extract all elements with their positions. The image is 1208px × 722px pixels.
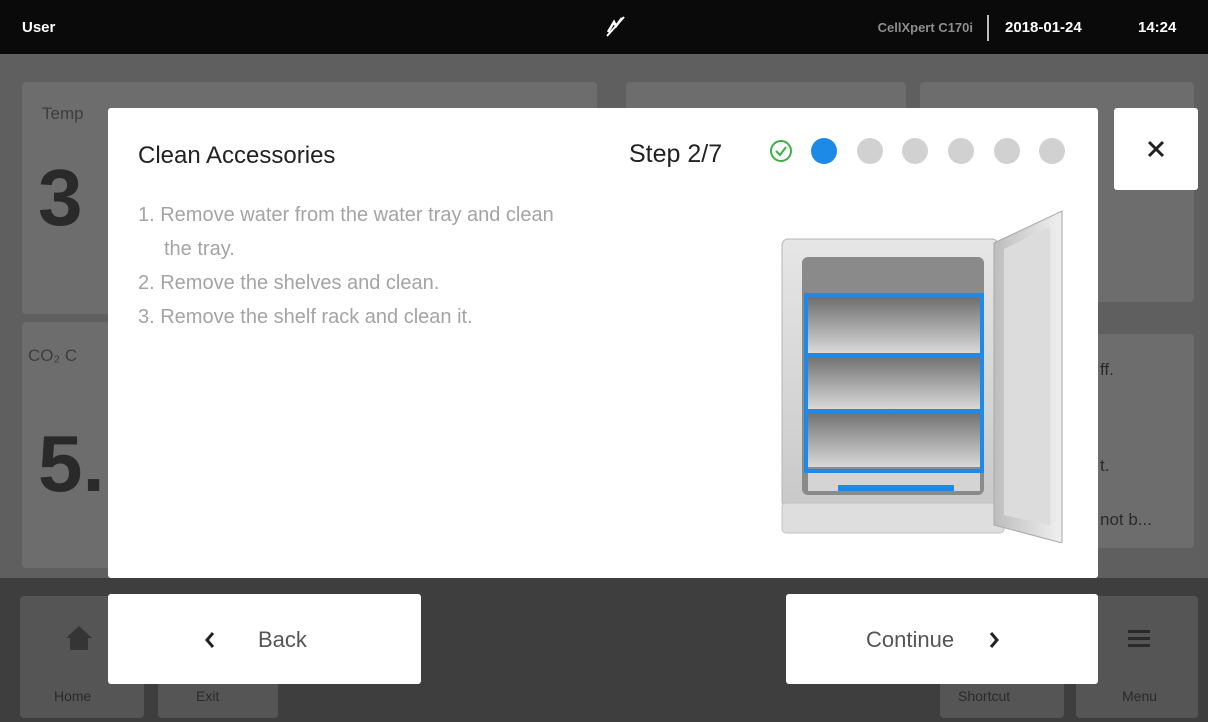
home-icon: [66, 626, 92, 650]
nav-menu-label: Menu: [1122, 688, 1158, 704]
device-name: CellXpert C170i: [877, 20, 973, 35]
notice-text-1: ff.: [1100, 360, 1114, 379]
close-icon: [1147, 140, 1165, 158]
menu-icon: [1128, 630, 1150, 647]
step-dot: [1039, 138, 1065, 164]
continue-button[interactable]: Continue: [786, 594, 1098, 684]
temperature-value: 3: [38, 153, 83, 242]
continue-button-label: Continue: [866, 627, 955, 652]
instructions: 1. Remove water from the water tray and …: [138, 198, 738, 334]
instruction-line: 3. Remove the shelf rack and clean it.: [138, 306, 473, 328]
status-divider: [987, 15, 989, 41]
temperature-label: Temp: [42, 104, 84, 123]
instruction-line: 2. Remove the shelves and clean.: [138, 272, 440, 294]
status-date: 2018-01-24: [1005, 19, 1082, 36]
step-dot: [948, 138, 974, 164]
chevron-left-icon: [205, 632, 215, 648]
dialog-title: Clean Accessories: [138, 142, 336, 169]
no-connection-icon: [606, 16, 625, 37]
back-button[interactable]: Back: [108, 594, 421, 684]
step-dot: [902, 138, 928, 164]
notice-text-3: not b...: [1100, 510, 1152, 529]
close-button[interactable]: [1114, 108, 1198, 190]
instruction-line: 1. Remove water from the water tray and …: [138, 204, 554, 226]
step-dot-current: [811, 138, 837, 164]
instruction-line: the tray.: [164, 238, 235, 260]
nav-exit-label: Exit: [196, 688, 220, 704]
user-label: User: [22, 19, 56, 36]
incubator-illustration: [781, 210, 1063, 543]
notice-text-2: t.: [1100, 456, 1110, 475]
step-dot: [857, 138, 883, 164]
nav-home-label: Home: [54, 688, 92, 704]
cleaning-wizard-dialog: Clean Accessories Step 2/7 1. Remove wat…: [108, 108, 1098, 578]
step-dot: [994, 138, 1020, 164]
step-done-check-icon: [770, 140, 792, 162]
nav-shortcut-label: Shortcut: [958, 688, 1011, 704]
back-button-label: Back: [258, 627, 307, 652]
co2-value: 5.: [38, 419, 105, 508]
status-bar: User CellXpert C170i 2018-01-24 14:24: [0, 0, 1208, 54]
co2-label: CO₂ C: [28, 346, 78, 365]
status-time: 14:24: [1138, 19, 1177, 36]
step-label: Step 2/7: [629, 140, 723, 168]
chevron-right-icon: [989, 632, 999, 648]
